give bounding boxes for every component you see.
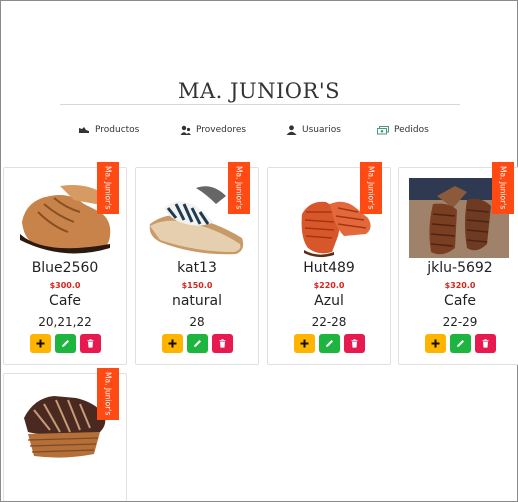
edit-button[interactable] [54,334,76,353]
nav-label: Productos [95,125,140,135]
brand-badge: Ma. Junior's [97,162,119,214]
add-button[interactable] [29,334,51,353]
product-color: natural [171,293,223,309]
brand-badge: Ma. Junior's [228,162,250,214]
brand-badge: Ma. Junior's [97,368,119,420]
delete-button[interactable] [474,334,496,353]
shoe-icon [78,125,90,135]
delete-button[interactable] [211,334,233,353]
user-icon [286,125,297,135]
product-color: Azul [314,293,344,309]
product-code: Hut489 [303,260,355,276]
pencil-icon [456,340,464,347]
product-code: kat13 [177,260,217,276]
brand-badge: Ma. Junior's [492,162,514,214]
plus-icon [36,339,44,348]
edit-button[interactable] [449,334,471,353]
users-icon [180,125,191,136]
add-button[interactable] [161,334,183,353]
brand-title: MA. JUNIOR'S [178,79,340,103]
product-sizes: 22-28 [311,315,347,329]
brand-badge: Ma. Junior's [360,162,382,214]
product-price: $220.0 [313,281,345,290]
product-price: $150.0 [181,281,213,290]
trash-icon [482,339,488,348]
pencil-icon [193,340,201,347]
plus-icon [431,339,439,348]
nav-productos[interactable]: Productos [78,122,139,138]
edit-button[interactable] [318,334,340,353]
product-code: jklu-5692 [427,260,493,276]
product-sizes: 28 [189,315,205,329]
header-divider [60,104,460,105]
plus-icon [168,339,176,348]
nav-label: Pedidos [394,125,429,135]
pencil-icon [61,340,69,347]
nav-label: Provedores [196,125,247,135]
product-price: $320.0 [444,281,476,290]
edit-button[interactable] [186,334,208,353]
pencil-icon [325,340,333,347]
product-code: Blue2560 [31,260,99,276]
delete-button[interactable] [79,334,101,353]
product-color: Cafe [444,293,476,309]
money-icon [377,125,389,135]
product-sizes: 20,21,22 [38,315,92,329]
nav-pedidos[interactable]: Pedidos [377,122,429,138]
product-color: Cafe [49,293,81,309]
trash-icon [351,339,357,348]
nav-provedores[interactable]: Provedores [180,122,246,138]
trash-icon [87,339,93,348]
trash-icon [219,339,225,348]
plus-icon [300,339,308,348]
product-sizes: 22-29 [442,315,478,329]
nav-usuarios[interactable]: Usuarios [286,122,341,138]
add-button[interactable] [293,334,315,353]
nav-label: Usuarios [302,125,341,135]
product-price: $300.0 [49,281,81,290]
delete-button[interactable] [343,334,365,353]
add-button[interactable] [424,334,446,353]
